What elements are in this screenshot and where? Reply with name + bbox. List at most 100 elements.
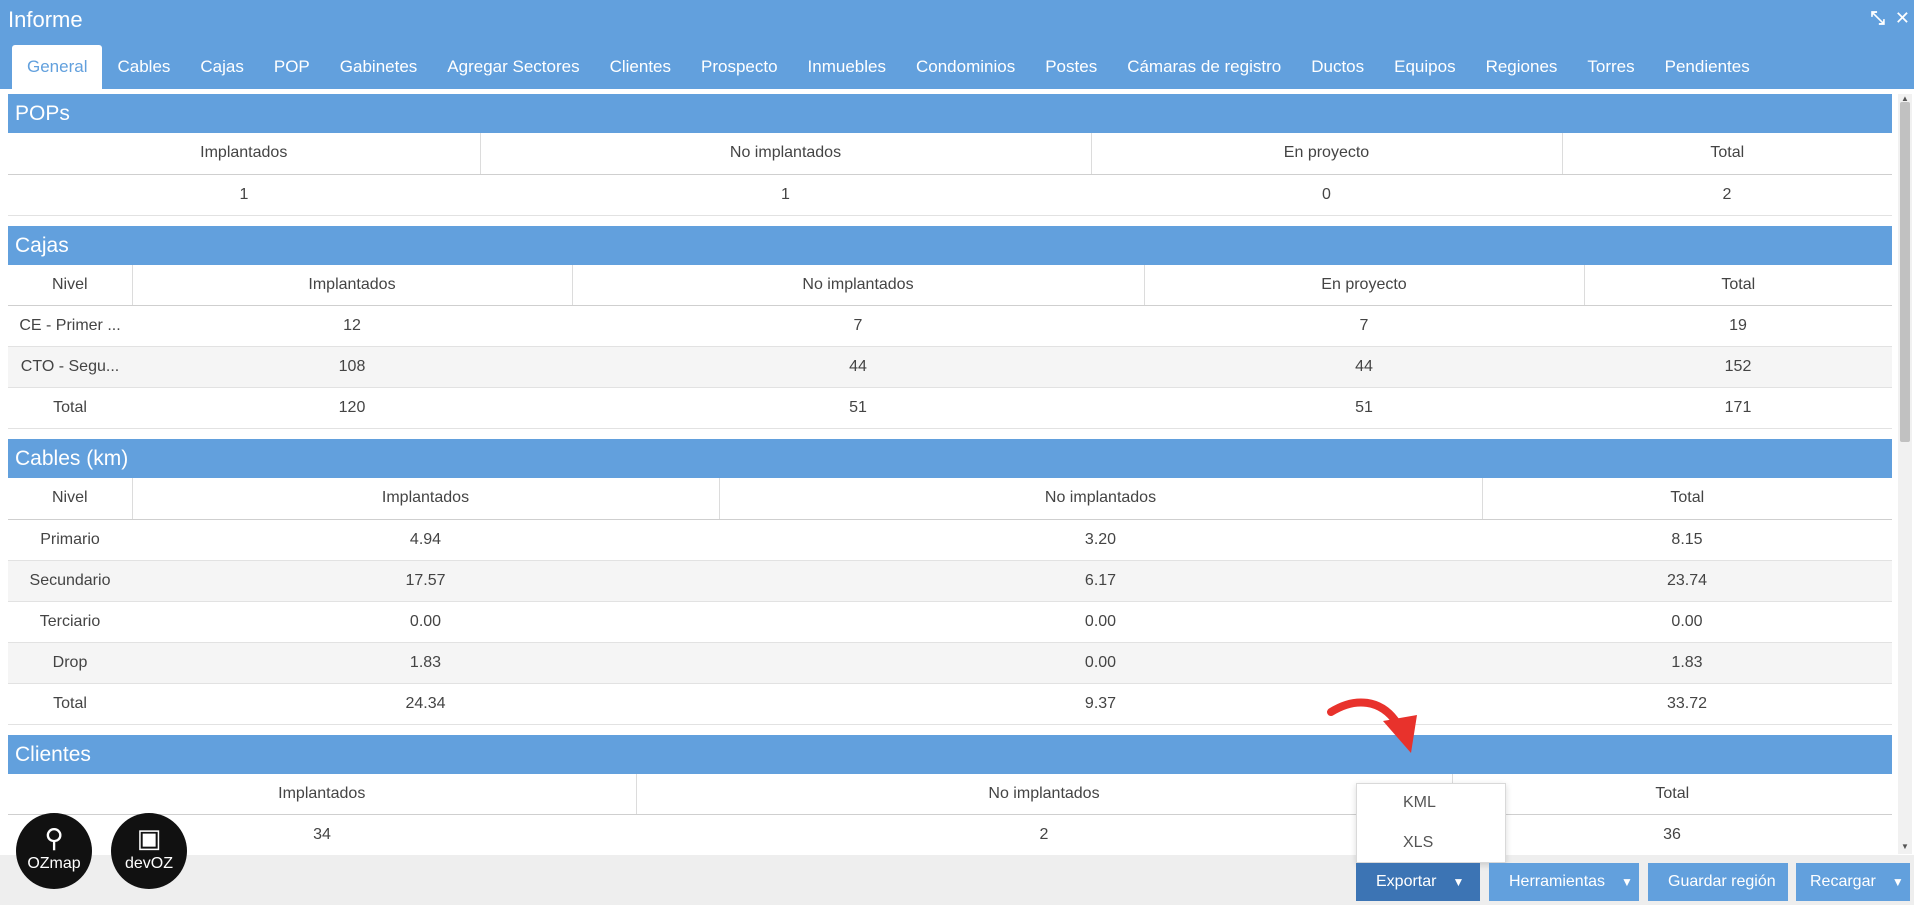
cables-section-title: Cables (km) [8,439,1892,478]
table-cell: 2 [636,814,1452,854]
table-cell: 3.20 [719,519,1482,561]
table-cell: 44 [572,346,1144,388]
table-cell: 108 [132,346,572,388]
clientes-table: Implantados No implantados Total 34 2 36 [8,773,1892,854]
table-cell: 23.74 [1482,560,1892,602]
table-cell: CTO - Segu... [8,346,132,388]
clientes-section-title: Clientes [8,734,1892,774]
pops-table: Implantados No implantados En proyecto T… [8,133,1892,216]
table-row: Secundario 17.57 6.17 23.74 [8,560,1892,602]
table-cell: 0.00 [719,601,1482,643]
column-header: En proyecto [1090,133,1562,175]
vertical-scrollbar[interactable]: ▲ ▼ [1898,94,1912,854]
column-header: Implantados [8,773,636,815]
tab-regiones[interactable]: Regiones [1471,45,1573,89]
table-cell: Drop [8,642,132,684]
scrollbar-thumb[interactable] [1900,102,1910,442]
table-cell: 152 [1584,346,1892,388]
cajas-section-title: Cajas [8,225,1892,265]
annotation-arrow-icon [1327,698,1417,753]
cube-icon: ▣ [136,823,162,853]
column-header: No implantados [571,264,1144,306]
close-icon[interactable]: ✕ [1895,8,1910,29]
table-cell: 34 [8,814,636,854]
tab-camaras-de-registro[interactable]: Cámaras de registro [1112,45,1296,89]
scroll-down-arrow-icon[interactable]: ▼ [1901,842,1909,851]
table-cell: 51 [1144,387,1584,429]
tab-pop[interactable]: POP [259,45,325,89]
table-cell: 4.94 [132,519,719,561]
table-row: Total 24.34 9.37 33.72 [8,683,1892,725]
table-row: Total 120 51 51 171 [8,387,1892,429]
map-pin-icon: ⚲ [44,823,64,853]
table-cell: Secundario [8,560,132,602]
export-button[interactable]: Exportar ▼ [1356,863,1480,901]
collapse-icon[interactable]: ⤡ [1871,8,1885,29]
column-header: No implantados [718,478,1482,520]
tab-agregar-sectores[interactable]: Agregar Sectores [432,45,594,89]
tab-gabinetes[interactable]: Gabinetes [325,45,433,89]
table-cell: Terciario [8,601,132,643]
table-row: Primario 4.94 3.20 8.15 [8,519,1892,561]
column-header: Nivel [8,478,132,520]
table-cell: 0.00 [132,601,719,643]
save-region-button[interactable]: Guardar región [1648,863,1788,901]
table-cell: 19 [1584,305,1892,347]
table-row: CE - Primer ... 12 7 7 19 [8,305,1892,347]
devoz-logo: ▣ devOZ [111,813,187,889]
table-row: 1 1 0 2 [8,174,1892,216]
export-option-kml[interactable]: KML [1403,794,1436,812]
column-header: Implantados [8,133,480,175]
cables-table: Nivel Implantados No implantados Total P… [8,478,1892,725]
tab-condominios[interactable]: Condominios [901,45,1030,89]
table-cell: Total [8,387,132,429]
column-header: En proyecto [1143,264,1584,306]
tab-postes[interactable]: Postes [1030,45,1112,89]
table-cell: 8.15 [1482,519,1892,561]
table-row: CTO - Segu... 108 44 44 152 [8,346,1892,388]
table-cell: 1.83 [132,642,719,684]
tab-clientes[interactable]: Clientes [595,45,686,89]
table-cell: 17.57 [132,560,719,602]
table-cell: Primario [8,519,132,561]
window-controls: ⤡ ✕ [1871,8,1911,29]
tab-ductos[interactable]: Ductos [1296,45,1379,89]
export-option-xls[interactable]: XLS [1403,834,1433,852]
title-bar: Informe ⤡ ✕ [0,0,1914,40]
column-header: Implantados [131,264,572,306]
table-cell: 171 [1584,387,1892,429]
table-cell: 1.83 [1482,642,1892,684]
column-header: No implantados [635,773,1452,815]
reload-button[interactable]: Recargar ▼ [1796,863,1910,901]
table-cell: 1 [480,174,1091,216]
tab-cajas[interactable]: Cajas [185,45,258,89]
table-cell: 44 [1144,346,1584,388]
table-cell: CE - Primer ... [8,305,132,347]
ozmap-logo: ⚲ OZmap [16,813,92,889]
table-cell: 0.00 [719,642,1482,684]
table-cell: 0 [1091,174,1562,216]
tab-general[interactable]: General [12,45,103,89]
pops-section-title: POPs [8,94,1892,133]
export-dropdown-menu: KML XLS [1356,783,1506,863]
tab-pendientes[interactable]: Pendientes [1650,45,1765,89]
table-cell: 7 [1144,305,1584,347]
column-header: Total [1451,773,1892,815]
window-title: Informe [8,7,83,32]
caret-down-icon: ▼ [1452,875,1465,889]
table-row: 34 2 36 [8,814,1892,854]
caret-down-icon: ▼ [1891,875,1904,889]
column-header: Total [1583,264,1892,306]
tab-cables[interactable]: Cables [102,45,185,89]
table-cell: 1 [8,174,480,216]
caret-down-icon: ▼ [1621,875,1633,889]
tab-equipos[interactable]: Equipos [1379,45,1470,89]
tab-bar: General Cables Cajas POP Gabinetes Agreg… [0,40,1914,89]
tools-button[interactable]: Herramientas ▼ [1489,863,1639,901]
table-cell: 51 [572,387,1144,429]
tab-inmuebles[interactable]: Inmuebles [793,45,901,89]
table-cell: 0.00 [1482,601,1892,643]
tab-torres[interactable]: Torres [1572,45,1649,89]
report-content[interactable]: POPs Implantados No implantados En proye… [8,94,1892,854]
tab-prospecto[interactable]: Prospecto [686,45,793,89]
